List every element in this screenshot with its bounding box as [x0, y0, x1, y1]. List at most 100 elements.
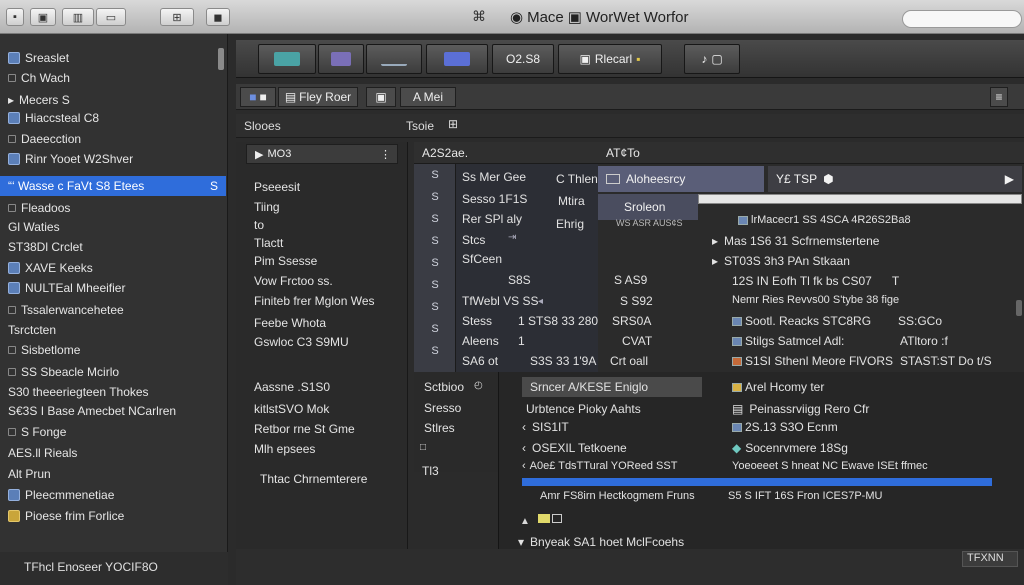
- menu-icon[interactable]: ≡: [990, 87, 1008, 107]
- sidebar-item[interactable]: Sreaslet: [0, 48, 226, 68]
- popup-item[interactable]: Sroleon: [598, 194, 698, 220]
- list-item[interactable]: Aassne .S1S0: [254, 380, 330, 394]
- gutter-row[interactable]: S: [414, 318, 456, 340]
- grid-cell[interactable]: SfCeen: [462, 252, 502, 266]
- window-control-icon[interactable]: ▪: [6, 8, 24, 26]
- gutter-row[interactable]: S: [414, 296, 456, 318]
- grid-cell[interactable]: Aleens: [462, 334, 499, 348]
- list-item[interactable]: Pseeesit: [254, 180, 300, 194]
- sidebar-item[interactable]: Pioese frim Forlice: [0, 506, 226, 526]
- list-item[interactable]: Vow Frctoo ss.: [254, 274, 333, 288]
- grid-cell[interactable]: S3S 33 1'9A: [530, 354, 596, 368]
- sidebar-item[interactable]: S30 theeeriegteen Thokes: [0, 382, 226, 402]
- sidebar-item[interactable]: ▸ Mecers S: [0, 90, 226, 110]
- scrollbar-thumb[interactable]: [1016, 300, 1022, 316]
- sidebar-item[interactable]: Hiaccsteal C8: [0, 108, 226, 128]
- gutter-row[interactable]: S: [414, 230, 456, 252]
- right-row[interactable]: ▸ ST03S 3h3 PAn Stkaan: [712, 254, 850, 268]
- expand-icon[interactable]: ◂: [538, 296, 543, 307]
- tool-button[interactable]: [426, 44, 488, 74]
- tool-button[interactable]: [258, 44, 316, 74]
- sidebar-item[interactable]: Daeecction: [0, 129, 226, 149]
- tool-button[interactable]: [318, 44, 364, 74]
- right-row[interactable]: S1SI Sthenl Meore FlVORS: [732, 354, 893, 368]
- sidebar-item[interactable]: Rinr Yooet W2Shver: [0, 149, 226, 169]
- tool-button[interactable]: ♪ ▢: [684, 44, 740, 74]
- right-row[interactable]: 12S IN Eofh Tl fk bs CS07 T: [732, 274, 899, 288]
- dropdown-icon[interactable]: ⇥: [508, 232, 524, 243]
- tool-button[interactable]: ▣ Rlecarl ▪: [558, 44, 662, 74]
- lower-right-item[interactable]: Arel Hcomy ter: [732, 380, 824, 394]
- lower-item-left[interactable]: Amr FS8irn Hectkogmem Fruns: [540, 490, 695, 502]
- sub-button[interactable]: ▣: [366, 87, 396, 107]
- list-item[interactable]: Tlactt: [254, 236, 283, 250]
- list-item[interactable]: Pim Ssesse: [254, 254, 317, 268]
- list-item[interactable]: Thtac Chrnemterere: [260, 472, 367, 486]
- right-row[interactable]: Stilgs Satmcel Adl:: [732, 334, 844, 348]
- right-row-value[interactable]: STAST:ST Do t/S: [900, 354, 992, 368]
- view-toggle-icon[interactable]: ▥: [62, 8, 94, 26]
- resize-icon[interactable]: ⊞: [448, 117, 458, 131]
- search-field[interactable]: [902, 10, 1022, 28]
- grid-cell[interactable]: S S92: [620, 294, 653, 308]
- selected-row[interactable]: Srncer A/KESE Eniglo: [522, 377, 702, 397]
- lower-list-item[interactable]: Sresso: [424, 401, 461, 415]
- popup-item[interactable]: Y£ TSP ⬢ ▶: [768, 166, 1022, 192]
- list-item[interactable]: Retbor rne St Gme: [254, 422, 355, 436]
- gutter-row[interactable]: S: [414, 164, 456, 186]
- sidebar-item[interactable]: Tsrctcten: [0, 320, 226, 340]
- lower-item-right[interactable]: ◆ Socenrvmere 18Sg: [732, 441, 848, 455]
- sidebar-item[interactable]: Alt Prun: [0, 464, 226, 484]
- grid-cell[interactable]: 1: [518, 334, 525, 348]
- list-item[interactable]: kitlstSVO Mok: [254, 402, 329, 416]
- sidebar-item[interactable]: Sisbetlome: [0, 340, 226, 360]
- right-row[interactable]: Sootl. Reacks STC8RG: [732, 314, 871, 328]
- column-header-label[interactable]: A2S2ae.: [422, 146, 468, 160]
- tool-button[interactable]: [366, 44, 422, 74]
- grid-view-icon[interactable]: ⊞: [160, 8, 194, 26]
- lower-item-right[interactable]: ▤ Peinassrviigg Rero Cfr: [732, 402, 869, 416]
- lower-item-left[interactable]: ‹ A0e£ TdsTTural YOReed SST: [522, 460, 677, 472]
- grid-cell[interactable]: Mtira: [558, 194, 585, 208]
- right-row[interactable]: ▸ Mas 1S6 31 Scfrnemstertene: [712, 234, 879, 248]
- gutter-row[interactable]: S: [414, 340, 456, 362]
- sidebar-item[interactable]: Fleadoos: [0, 198, 226, 218]
- grid-cell[interactable]: CVAT: [622, 334, 652, 348]
- list-item[interactable]: Tiing: [254, 200, 280, 214]
- lower-item-right[interactable]: Yoeoeeet S hneat NC Ewave ISEt ffmec: [732, 460, 928, 472]
- grid-cell[interactable]: C Thlen: [556, 172, 598, 186]
- list-item[interactable]: Gswloc C3 S9MU: [254, 335, 349, 349]
- sidebar-item[interactable]: S Fonge: [0, 422, 226, 442]
- list-item[interactable]: Feebe Whota: [254, 316, 326, 330]
- panel-header[interactable]: ▶ MO3 ⋮: [246, 144, 398, 164]
- grid-cell[interactable]: Crt oall: [610, 354, 648, 368]
- gutter-row[interactable]: S: [414, 208, 456, 230]
- grid-cell[interactable]: SRS0A: [612, 314, 651, 328]
- lower-item-left[interactable]: ‹ SIS1IT: [522, 420, 569, 434]
- grid-cell[interactable]: SA6 ot: [462, 354, 498, 368]
- sidebar-item[interactable]: NULTEal Mheeifier: [0, 278, 226, 298]
- list-item[interactable]: Mlh epsees: [254, 442, 315, 456]
- grid-cell[interactable]: Stcs: [462, 233, 485, 247]
- sidebar-item[interactable]: Tssalerwancehetee: [0, 300, 226, 320]
- grid-cell[interactable]: S8S: [508, 273, 531, 287]
- tool-button[interactable]: O2.S8: [492, 44, 554, 74]
- lower-item-right[interactable]: S5 S IFT 16S Fron ICES7P-MU: [728, 490, 882, 502]
- layout-icon[interactable]: ▭: [96, 8, 126, 26]
- sidebar-item[interactable]: XAVE Keeks: [0, 258, 226, 278]
- grid-cell[interactable]: S AS9: [614, 273, 647, 287]
- sidebar-item[interactable]: S€3S I Base Amecbet NCarlren: [0, 401, 226, 421]
- lower-list-item[interactable]: Stlres: [424, 421, 455, 435]
- grid-cell[interactable]: Rer SPl aly: [462, 212, 522, 226]
- gutter-row[interactable]: S: [414, 252, 456, 274]
- sub-button[interactable]: ▤ Fley Roer: [278, 87, 358, 107]
- lower-item-left[interactable]: Urbtence Pioky Aahts: [526, 402, 641, 416]
- sub-button[interactable]: A Mei: [400, 87, 456, 107]
- lower-item-right[interactable]: 2S.13 S3O Ecnm: [732, 420, 838, 434]
- sidebar-item[interactable]: Pleecmmenetiae: [0, 485, 226, 505]
- media-icon[interactable]: ◼: [206, 8, 230, 26]
- gutter-row[interactable]: S: [414, 186, 456, 208]
- status-right[interactable]: TFXNN: [962, 551, 1018, 567]
- sidebar-item[interactable]: SS Sbeacle Mcirlo: [0, 362, 226, 382]
- sidebar-item[interactable]: Ch Wach: [0, 68, 226, 88]
